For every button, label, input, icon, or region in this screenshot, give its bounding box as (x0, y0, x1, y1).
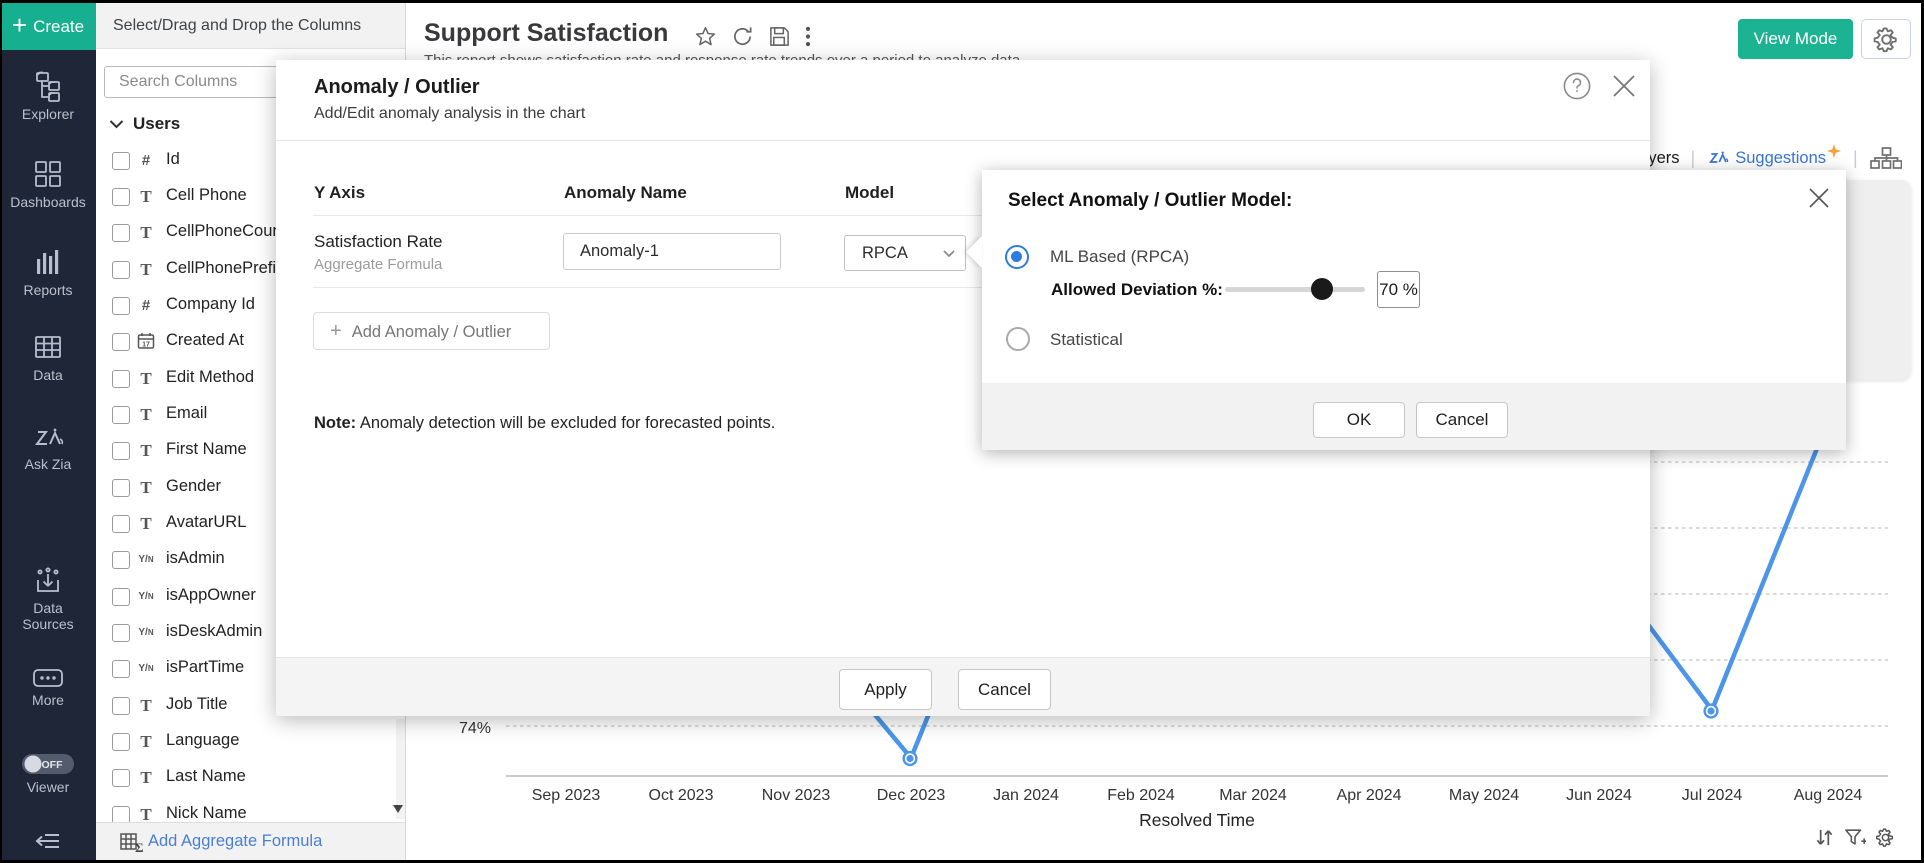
svg-text:Jul 2024: Jul 2024 (1682, 787, 1743, 804)
svg-text:Oct 2023: Oct 2023 (649, 787, 714, 804)
svg-text:Nov 2023: Nov 2023 (762, 787, 831, 804)
svg-text:Feb 2024: Feb 2024 (1107, 787, 1175, 804)
svg-text:Jun 2024: Jun 2024 (1566, 787, 1632, 804)
svg-text:Mar 2024: Mar 2024 (1219, 787, 1287, 804)
svg-text:OFF: OFF (42, 759, 64, 771)
svg-text:Aug 2024: Aug 2024 (1794, 787, 1863, 804)
svg-text:74%: 74% (459, 720, 491, 737)
svg-text:Sep 2023: Sep 2023 (532, 787, 601, 804)
svg-text:Jan 2024: Jan 2024 (993, 787, 1059, 804)
svg-text:Apr 2024: Apr 2024 (1337, 787, 1402, 804)
svg-text:17: 17 (142, 342, 150, 349)
svg-text:Dec 2023: Dec 2023 (877, 787, 946, 804)
svg-text:Σ: Σ (135, 840, 143, 853)
svg-text:May 2024: May 2024 (1449, 787, 1519, 804)
svg-text:Resolved Time: Resolved Time (1139, 810, 1255, 830)
